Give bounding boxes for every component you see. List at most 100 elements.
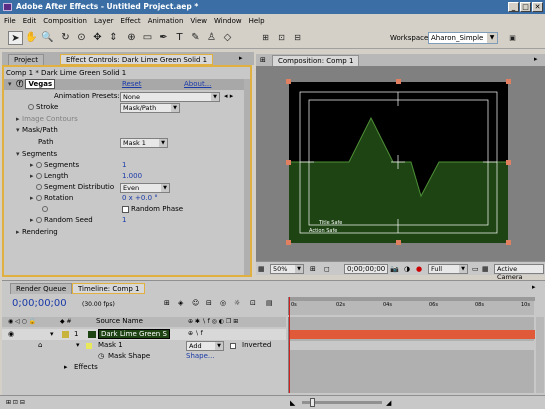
tab-timeline[interactable]: Timeline: Comp 1 xyxy=(72,283,146,294)
zoom-select[interactable]: 50% ▼ xyxy=(270,264,304,274)
resolution-select[interactable]: Full ▼ xyxy=(428,264,468,274)
preset-nav-icon[interactable]: ◂ ▸ xyxy=(224,91,233,102)
graph-editor-icon[interactable]: ⊡ xyxy=(250,299,256,307)
twisty-open-icon[interactable]: ▾ xyxy=(8,79,14,90)
menu-layer[interactable]: Layer xyxy=(94,17,114,25)
menu-edit[interactable]: Edit xyxy=(23,17,37,25)
menu-effect[interactable]: Effect xyxy=(121,17,141,25)
reset-link[interactable]: Reset xyxy=(122,79,142,90)
label-color-swatch[interactable] xyxy=(62,331,69,338)
status-icons[interactable]: ⊞ ⊡ ⊟ xyxy=(6,399,25,406)
current-time-field[interactable]: 0;00;00;00 xyxy=(344,264,389,274)
image-contours-row[interactable]: ▸ Image Contours xyxy=(16,114,78,125)
stopwatch-icon[interactable] xyxy=(36,195,42,201)
handle-bottom-right[interactable] xyxy=(506,240,511,245)
twisty-open-icon[interactable]: ▾ xyxy=(76,341,80,349)
live-update-icon[interactable]: ⊞ xyxy=(164,299,170,307)
zoom-tool-icon[interactable]: 🔍 xyxy=(40,31,55,45)
draft-3d-icon[interactable]: ◈ xyxy=(178,299,183,307)
region-of-interest-icon[interactable]: ▭ xyxy=(472,265,479,273)
channel-icon[interactable]: ● xyxy=(416,265,422,273)
brush-tool-icon[interactable]: ✎ xyxy=(188,31,203,45)
track-camera-icon[interactable]: ⇕ xyxy=(106,31,121,45)
orbit-camera-icon[interactable]: ⊙ xyxy=(74,31,89,45)
clone-stamp-icon[interactable]: ♙ xyxy=(204,31,219,45)
mask-toggle-icon[interactable]: ◻ xyxy=(324,265,330,273)
zoom-slider-thumb[interactable] xyxy=(310,398,315,407)
animation-presets-select[interactable]: None ▼ xyxy=(120,92,220,102)
workspace-menu-icon[interactable]: ▣ xyxy=(505,31,520,45)
tab-effect-controls[interactable]: Effect Controls: Dark Lime Green Solid 1 xyxy=(60,54,214,65)
show-snapshot-icon[interactable]: ◑ xyxy=(404,265,410,273)
mask-visibility-icon[interactable]: ⌂ xyxy=(38,341,42,349)
pan-camera-icon[interactable]: ✥ xyxy=(90,31,105,45)
lock-icon[interactable]: ⊞ xyxy=(260,56,266,64)
handle-top[interactable] xyxy=(396,79,401,84)
hand-tool-icon[interactable]: ✋ xyxy=(24,31,39,45)
panel-menu-icon[interactable]: ▸ xyxy=(534,55,538,63)
transparency-grid-icon[interactable]: ▦ xyxy=(482,265,489,273)
minimize-button[interactable]: _ xyxy=(508,2,519,12)
stopwatch-icon[interactable] xyxy=(36,184,42,190)
handle-top-left[interactable] xyxy=(286,79,291,84)
tab-project[interactable]: Project xyxy=(8,54,44,65)
mask-path-row[interactable]: ▾ Mask/Path xyxy=(16,125,58,136)
selection-tool-icon[interactable]: ➤ xyxy=(8,31,23,45)
handle-right[interactable] xyxy=(506,160,511,165)
chart-icon[interactable]: ▤ xyxy=(266,299,273,307)
brainstorm-icon[interactable]: ☼ xyxy=(234,299,240,307)
zoom-out-icon[interactable]: ◣ xyxy=(290,399,295,407)
handle-top-right[interactable] xyxy=(506,79,511,84)
path-select[interactable]: Mask 1 ▼ xyxy=(120,138,168,148)
composition-canvas[interactable]: Title Safe Action Safe xyxy=(289,82,508,243)
layer-name[interactable]: Dark Lime Green S xyxy=(98,329,170,339)
stroke-select[interactable]: Mask/Path ▼ xyxy=(120,103,180,113)
rotation-value[interactable]: 0 x +0.0 ° xyxy=(122,193,158,204)
mask-shape-row[interactable]: ◷ Mask Shape Shape... xyxy=(2,352,286,362)
stopwatch-icon[interactable] xyxy=(28,104,34,110)
pen-tool-icon[interactable]: ✒ xyxy=(156,31,171,45)
frame-blending-icon[interactable]: ⊟ xyxy=(206,299,212,307)
menu-view[interactable]: View xyxy=(190,17,207,25)
layer-duration-bar[interactable] xyxy=(289,330,535,339)
menu-composition[interactable]: Composition xyxy=(43,17,87,25)
stopwatch-icon[interactable] xyxy=(36,162,42,168)
time-ruler[interactable]: 0s 02s 04s 06s 08s 10s xyxy=(288,297,535,315)
maximize-button[interactable]: □ xyxy=(520,2,531,12)
menu-help[interactable]: Help xyxy=(249,17,265,25)
workspace-select[interactable]: Aharon_Simple ▼ xyxy=(428,32,498,44)
distribution-select[interactable]: Even ▼ xyxy=(120,183,170,193)
random-phase-row[interactable]: Random Phase xyxy=(122,204,183,215)
timeline-timecode[interactable]: 0;00;00;00 xyxy=(12,298,67,309)
effect-panel-scrollbar[interactable] xyxy=(244,79,250,275)
snapshot-icon[interactable]: 📷 xyxy=(390,265,399,273)
twisty-open-icon[interactable]: ▾ xyxy=(50,330,54,338)
segments-value[interactable]: 1 xyxy=(122,160,126,171)
current-time-indicator[interactable] xyxy=(289,297,290,393)
timeline-scrollbar[interactable] xyxy=(536,317,544,393)
mask-shape-value[interactable]: Shape... xyxy=(186,352,215,360)
effects-row[interactable]: ▸ Effects xyxy=(2,363,286,373)
work-area-bar[interactable] xyxy=(289,297,535,301)
track-area[interactable] xyxy=(288,297,535,393)
inverted-checkbox[interactable] xyxy=(230,343,236,349)
mask-mode-select[interactable]: Add ▼ xyxy=(186,341,224,351)
stopwatch-icon[interactable] xyxy=(36,173,42,179)
random-phase-checkbox[interactable] xyxy=(122,205,129,213)
rotate-tool-icon[interactable]: ↻ xyxy=(58,31,73,45)
camera-select[interactable]: Active Camera xyxy=(494,264,544,281)
pan-behind-icon[interactable]: ⊕ xyxy=(124,31,139,45)
fx-icon[interactable]: ⓕ xyxy=(16,80,23,88)
timeline-zoom-slider[interactable] xyxy=(302,398,382,407)
eye-icon[interactable]: ◉ xyxy=(8,330,14,338)
tab-render-queue[interactable]: Render Queue xyxy=(10,283,73,294)
grid-icon[interactable]: ▦ xyxy=(258,265,265,273)
twisty-closed-icon[interactable]: ▸ xyxy=(64,363,68,371)
source-name-header[interactable]: Source Name xyxy=(96,317,143,325)
safe-zones-icon[interactable]: ⊞ xyxy=(310,265,316,273)
motion-blur-icon[interactable]: ◎ xyxy=(220,299,226,307)
rectangle-mask-icon[interactable]: ▭ xyxy=(140,31,155,45)
mask-row[interactable]: ⌂ ▾ Mask 1 Add ▼ Inverted xyxy=(2,341,286,351)
shy-layers-icon[interactable]: ☺ xyxy=(192,299,199,307)
handle-bottom[interactable] xyxy=(396,240,401,245)
